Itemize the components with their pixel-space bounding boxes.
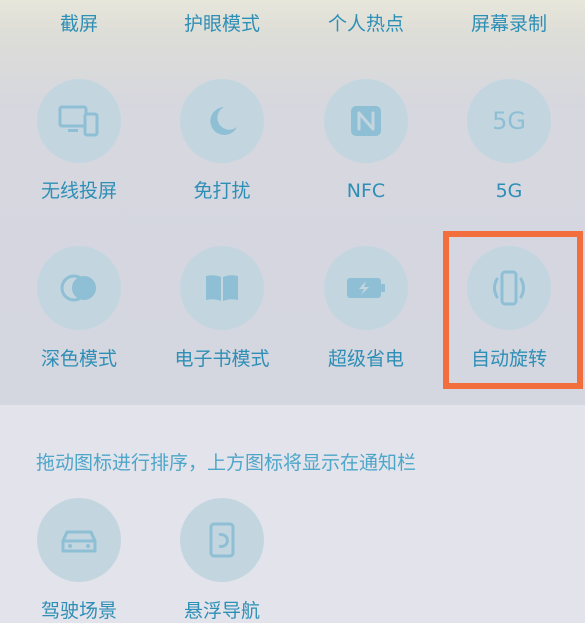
ebook-mode-tile[interactable]	[180, 246, 264, 330]
tile-label-hotspot[interactable]: 个人热点	[306, 12, 426, 36]
do-not-disturb-tile[interactable]	[180, 79, 264, 163]
tile-label-wireless-projection: 无线投屏	[40, 180, 117, 202]
car-icon	[59, 524, 99, 556]
tile-label-floating-nav: 悬浮导航	[183, 600, 260, 622]
tile-label-screen-recording[interactable]: 屏幕录制	[449, 12, 569, 36]
tile-label-driving-scene: 驾驶场景	[40, 600, 117, 622]
battery-icon	[345, 275, 387, 301]
tile-label-screenshot[interactable]: 截屏	[19, 12, 139, 36]
book-icon	[203, 272, 241, 304]
floating-nav-tile[interactable]	[180, 498, 264, 582]
tile-label-do-not-disturb: 免打扰	[193, 180, 251, 202]
wireless-projection-tile[interactable]	[37, 79, 121, 163]
tile-label-nfc: NFC	[346, 180, 386, 202]
nfc-tile[interactable]	[324, 79, 408, 163]
super-power-saving-tile[interactable]	[324, 246, 408, 330]
nfc-icon	[348, 103, 384, 139]
drag-sort-hint: 拖动图标进行排序，上方图标将显示在通知栏	[36, 452, 417, 474]
floating-nav-icon	[206, 521, 238, 559]
tile-label-5g: 5G	[495, 180, 523, 202]
highlight-box	[443, 231, 583, 389]
tile-label-super-power-saving: 超级省电	[327, 348, 404, 370]
moon-icon	[204, 103, 240, 139]
5g-tile[interactable]: 5G	[467, 79, 551, 163]
dark-mode-icon	[60, 273, 98, 303]
dark-mode-tile[interactable]	[37, 246, 121, 330]
tile-label-ebook-mode: 电子书模式	[174, 348, 270, 370]
5g-icon: 5G	[492, 107, 526, 135]
tile-label-eye-comfort[interactable]: 护眼模式	[162, 12, 282, 36]
wireless-projection-icon	[58, 103, 100, 139]
driving-scene-tile[interactable]	[37, 498, 121, 582]
tile-label-dark-mode: 深色模式	[40, 348, 117, 370]
